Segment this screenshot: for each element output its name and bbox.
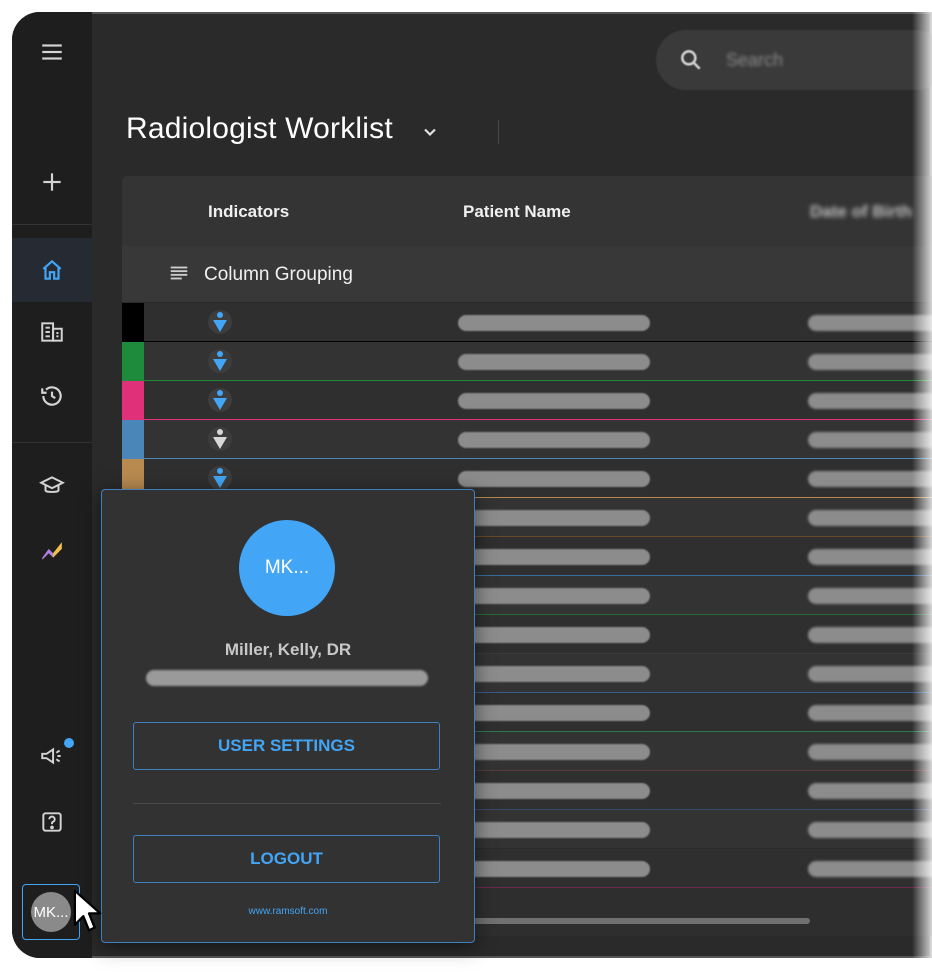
grid-header: Indicators Patient Name Date of Birth — [122, 176, 932, 247]
horizontal-scrollbar[interactable] — [464, 918, 810, 924]
table-row[interactable] — [122, 420, 932, 459]
search-input[interactable]: Search — [726, 50, 783, 71]
chevron-down-icon[interactable] — [420, 122, 440, 142]
table-row[interactable] — [122, 342, 932, 381]
patient-name-redacted — [458, 393, 650, 409]
patient-name-redacted — [458, 783, 650, 799]
patient-indicator-icon — [208, 427, 232, 451]
patient-indicator-icon — [208, 466, 232, 490]
row-color-strip — [122, 381, 144, 419]
user-email-redacted — [146, 670, 428, 686]
user-menu-popup: MK... Miller, Kelly, DR USER SETTINGS LO… — [101, 489, 475, 943]
search-bar[interactable]: Search — [656, 30, 932, 90]
title-divider — [498, 120, 499, 144]
popup-divider — [133, 803, 441, 804]
menu-icon[interactable] — [12, 30, 92, 74]
list-icon — [170, 266, 188, 280]
patient-name-redacted — [458, 705, 650, 721]
patient-name-redacted — [458, 315, 650, 331]
patient-indicator-icon — [208, 310, 232, 334]
patient-name-redacted — [458, 666, 650, 682]
patient-name-redacted — [458, 432, 650, 448]
table-row[interactable] — [122, 303, 932, 342]
logout-button[interactable]: LOGOUT — [133, 835, 440, 883]
organization-icon[interactable] — [12, 310, 92, 354]
patient-name-redacted — [458, 471, 650, 487]
sidebar-divider — [12, 224, 92, 225]
column-grouping-bar[interactable]: Column Grouping — [122, 246, 932, 303]
education-icon[interactable] — [12, 464, 92, 508]
patient-name-redacted — [458, 744, 650, 760]
notification-dot — [64, 738, 74, 748]
user-settings-button[interactable]: USER SETTINGS — [133, 722, 440, 770]
avatar: MK... — [239, 520, 335, 616]
column-grouping-label: Column Grouping — [204, 264, 353, 285]
row-color-strip — [122, 342, 144, 380]
history-icon[interactable] — [12, 374, 92, 418]
edge-fade — [912, 12, 932, 958]
patient-indicator-icon — [208, 349, 232, 373]
patient-name-redacted — [458, 861, 650, 877]
home-icon[interactable] — [12, 238, 92, 302]
column-header-indicators[interactable]: Indicators — [208, 202, 289, 222]
patient-name-redacted — [458, 510, 650, 526]
patient-name-redacted — [458, 588, 650, 604]
page-title: Radiologist Worklist — [126, 112, 393, 145]
column-header-date-of-birth[interactable]: Date of Birth — [810, 202, 912, 222]
table-row[interactable] — [122, 381, 932, 420]
row-color-strip — [122, 420, 144, 458]
announcements-icon[interactable] — [12, 734, 92, 778]
sidebar-divider — [12, 442, 92, 443]
avatar: MK... — [31, 892, 71, 932]
sidebar: MK... — [12, 12, 92, 958]
patient-name-redacted — [458, 549, 650, 565]
patient-name-redacted — [458, 627, 650, 643]
patient-indicator-icon — [208, 388, 232, 412]
patient-name-redacted — [458, 822, 650, 838]
column-header-patient-name[interactable]: Patient Name — [463, 202, 571, 222]
help-icon[interactable] — [12, 800, 92, 844]
patient-name-redacted — [458, 354, 650, 370]
add-icon[interactable] — [12, 160, 92, 204]
search-icon — [681, 50, 701, 70]
user-name: Miller, Kelly, DR — [224, 640, 352, 659]
website-link[interactable]: www.ramsoft.com — [102, 906, 474, 917]
row-color-strip — [122, 303, 144, 341]
mouse-cursor-icon — [73, 889, 102, 932]
analytics-icon[interactable] — [12, 528, 92, 572]
